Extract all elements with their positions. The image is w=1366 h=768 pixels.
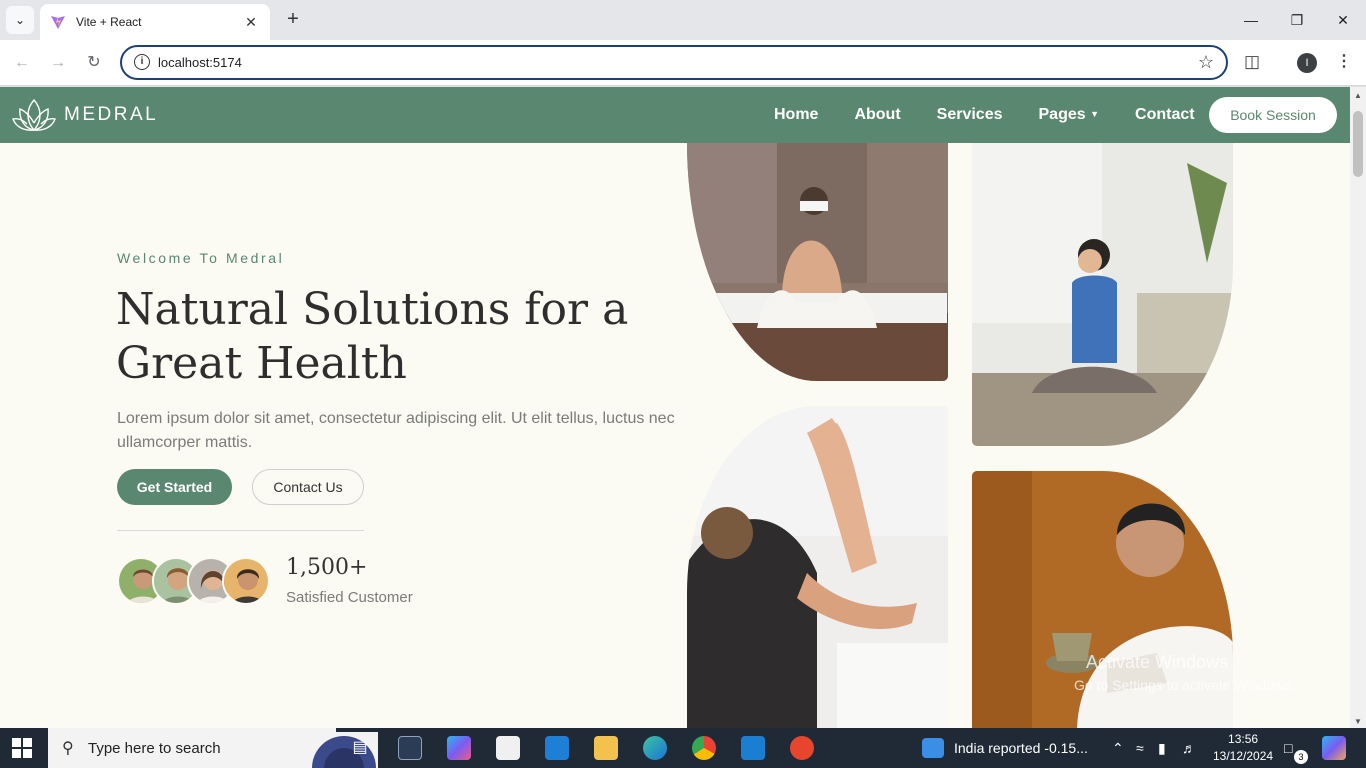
site-logo[interactable]: MEDRAL — [12, 97, 158, 133]
activate-windows-subtitle: Go to Settings to activate Windows. — [1074, 677, 1295, 693]
hero-description: Lorem ipsum dolor sit amet, consectetur … — [117, 410, 675, 451]
customer-count: 1,500+ — [286, 555, 368, 580]
forward-icon[interactable]: → — [47, 52, 69, 74]
page-viewport: MEDRAL Home About Services Pages ▼ Conta… — [0, 87, 1350, 728]
volume-muted-icon[interactable]: ♬ — [1182, 740, 1196, 756]
url-text[interactable]: localhost:5174 — [158, 55, 242, 70]
scroll-down-icon[interactable]: ▼ — [1354, 717, 1362, 726]
copilot-tray-icon[interactable] — [1322, 736, 1346, 760]
browser-menu-icon[interactable]: ⋮ — [1336, 51, 1352, 71]
vscode-icon[interactable] — [741, 736, 765, 760]
bath-photo — [687, 143, 948, 381]
news-widget-text[interactable]: India reported -0.15... — [954, 740, 1088, 756]
battery-icon[interactable]: ▮ — [1158, 740, 1166, 757]
scroll-thumb[interactable] — [1353, 111, 1363, 177]
site-info-icon[interactable]: i — [134, 54, 150, 70]
extensions-icon[interactable]: ◫ — [1244, 52, 1260, 72]
browser-toolbar: ← → ↻ i localhost:5174 ☆ ◫ I ⋮ — [0, 40, 1366, 86]
customer-count-label: Satisfied Customer — [286, 589, 413, 606]
clock-date: 13/12/2024 — [1213, 749, 1274, 763]
clock[interactable]: 13:56 13/12/2024 — [1213, 731, 1273, 765]
network-icon[interactable]: ≈ — [1136, 740, 1144, 756]
wps-icon[interactable] — [790, 736, 814, 760]
caret-down-icon: ▼ — [1090, 109, 1100, 119]
nav-services[interactable]: Services — [937, 106, 1003, 124]
activate-windows-title: Activate Windows — [1086, 652, 1229, 672]
clock-time: 13:56 — [1228, 732, 1259, 746]
copilot-icon[interactable] — [447, 736, 471, 760]
nav-pages-label: Pages — [1038, 106, 1086, 123]
windows-taskbar: ⚲ Type here to search ▤ India reported -… — [0, 728, 1366, 768]
window-controls: — ❐ ✕ — [1228, 0, 1366, 40]
chrome-icon[interactable] — [692, 736, 716, 760]
task-view-icon[interactable]: ▤ — [348, 736, 372, 760]
tab-search-button[interactable]: ⌄ — [6, 6, 34, 34]
browser-tab-bar: ⌄ Vite + React ✕ + — ❐ ✕ — [0, 0, 1366, 40]
reload-icon[interactable]: ↻ — [83, 52, 105, 74]
contact-us-button[interactable]: Contact Us — [252, 469, 364, 505]
search-icon: ⚲ — [62, 740, 74, 757]
avatar — [222, 557, 270, 605]
news-widget-icon[interactable] — [922, 738, 944, 758]
edge-icon[interactable] — [643, 736, 667, 760]
main-menu: Home About Services Pages ▼ Contact — [774, 106, 1231, 124]
mail-icon[interactable] — [545, 736, 569, 760]
photo-collage — [687, 143, 1233, 728]
notifications-icon[interactable]: □ — [1284, 740, 1292, 756]
book-session-button[interactable]: Book Session — [1209, 97, 1337, 133]
restore-icon[interactable]: ❐ — [1274, 0, 1320, 40]
address-bar[interactable]: i localhost:5174 ☆ — [120, 45, 1228, 80]
nav-about[interactable]: About — [854, 106, 900, 124]
search-placeholder: Type here to search — [88, 740, 221, 757]
microsoft-store-icon[interactable] — [496, 736, 520, 760]
sql-app-icon[interactable] — [398, 736, 422, 760]
close-window-icon[interactable]: ✕ — [1320, 0, 1366, 40]
site-navbar: MEDRAL Home About Services Pages ▼ Conta… — [0, 87, 1350, 143]
file-explorer-icon[interactable] — [594, 736, 618, 760]
new-tab-icon[interactable]: + — [282, 8, 304, 30]
logo-text: MEDRAL — [64, 104, 159, 125]
browser-tab[interactable]: Vite + React ✕ — [40, 4, 270, 40]
hero-eyebrow: Welcome To Medral — [117, 250, 285, 266]
scroll-up-icon[interactable]: ▲ — [1354, 91, 1362, 100]
get-started-button[interactable]: Get Started — [117, 469, 232, 505]
notification-count-badge: 3 — [1294, 750, 1308, 764]
lotus-logo-icon — [12, 98, 56, 132]
nav-pages[interactable]: Pages ▼ — [1039, 106, 1100, 124]
taskbar-search[interactable]: ⚲ Type here to search — [48, 728, 378, 768]
bookmark-star-icon[interactable]: ☆ — [1198, 52, 1214, 73]
minimize-icon[interactable]: — — [1228, 0, 1274, 40]
meditation-photo — [972, 143, 1233, 446]
profile-avatar[interactable]: I — [1297, 53, 1317, 73]
hero-title: Natural Solutions for a Great Health — [116, 284, 629, 389]
massage-photo — [687, 406, 948, 728]
back-icon[interactable]: ← — [11, 52, 33, 74]
vite-favicon-icon — [51, 16, 65, 29]
tab-title: Vite + React — [76, 15, 142, 29]
nav-contact[interactable]: Contact — [1135, 106, 1195, 124]
divider — [117, 530, 364, 531]
nav-home[interactable]: Home — [774, 106, 818, 124]
windows-start-icon[interactable] — [12, 738, 32, 758]
customer-avatars — [117, 557, 270, 605]
close-tab-icon[interactable]: ✕ — [242, 14, 260, 31]
tray-expand-icon[interactable]: ⌃ — [1112, 740, 1124, 757]
page-scrollbar[interactable]: ▲ ▼ — [1350, 87, 1366, 728]
